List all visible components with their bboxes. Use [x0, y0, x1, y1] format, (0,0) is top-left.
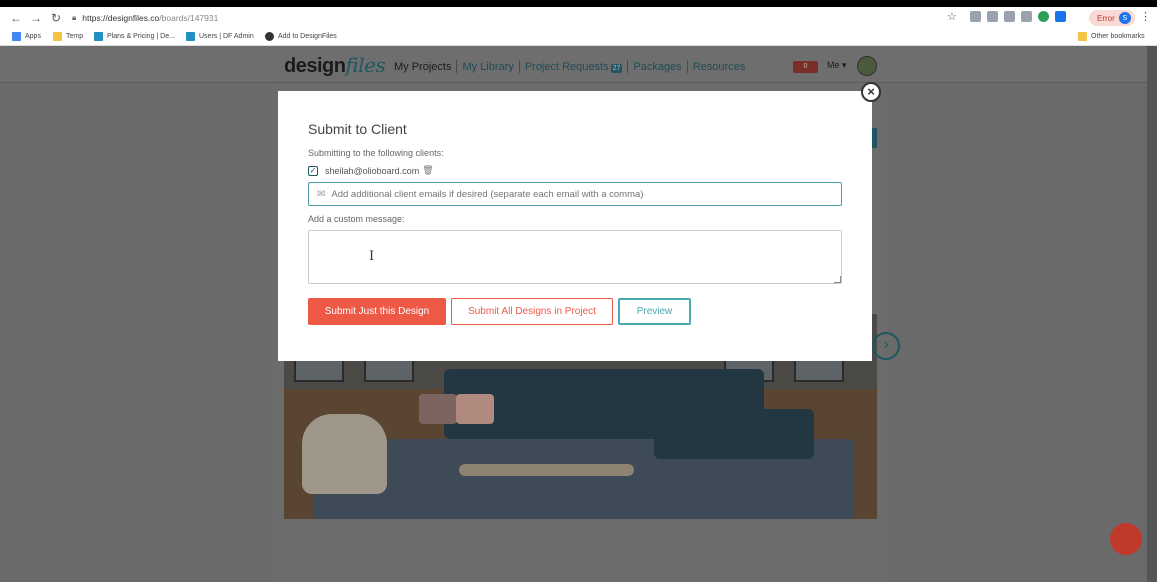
folder-icon [53, 32, 62, 41]
chat-widget-button[interactable] [1110, 523, 1142, 555]
bookmark-plans[interactable]: Plans & Pricing | De... [94, 32, 175, 41]
text-cursor-icon: I [369, 249, 375, 264]
avatar[interactable] [857, 56, 877, 76]
browser-toolbar: ← → ↻ 🔒︎ https://designfiles.co/boards/1… [0, 7, 1157, 29]
bookmark-apps[interactable]: Apps [12, 32, 41, 41]
room-pillow [456, 394, 494, 424]
extension-icon[interactable] [1021, 11, 1032, 22]
site-icon [94, 32, 103, 41]
nav-resources[interactable]: Resources [688, 61, 751, 73]
close-icon[interactable]: × [861, 82, 881, 102]
extension-icon[interactable] [1038, 11, 1049, 22]
nav-project-requests-label: Project Requests [524, 60, 609, 73]
extension-icon[interactable] [970, 11, 981, 22]
menu-icon[interactable]: ⋮ [1140, 10, 1151, 23]
client-email: sheilah@olioboard.com [325, 165, 420, 176]
bookmark-label: Apps [25, 33, 41, 40]
url-domain: https://designfiles.co [82, 13, 160, 23]
profile-avatar: S [1118, 12, 1131, 24]
extension-icon[interactable] [1055, 11, 1066, 22]
bookmark-users[interactable]: Users | DF Admin [186, 32, 254, 41]
extension-icon[interactable] [1004, 11, 1015, 22]
requests-count-badge: 27 [610, 63, 623, 73]
main-nav: My Projects My Library Project Requests 2… [394, 60, 750, 73]
submit-all-designs-button[interactable]: Submit All Designs in Project [451, 298, 613, 325]
bookmark-other[interactable]: Other bookmarks [1078, 32, 1145, 41]
reload-icon[interactable]: ↻ [46, 11, 66, 25]
error-label: Error [1097, 13, 1115, 23]
nav-packages[interactable]: Packages [628, 61, 686, 73]
nav-my-projects[interactable]: My Projects [394, 61, 456, 73]
star-icon[interactable]: ☆ [947, 10, 957, 23]
globe-icon [265, 32, 274, 41]
next-arrow-icon[interactable]: › [872, 332, 900, 360]
client-row: ✓ sheilah@olioboard.com 🗑︎ [308, 165, 434, 176]
forward-icon[interactable]: → [26, 11, 46, 25]
notifications-count: 0 [803, 63, 808, 70]
custom-message-textarea[interactable] [308, 230, 842, 284]
logo-text: design [284, 55, 346, 77]
site-icon [186, 32, 195, 41]
submit-to-client-modal: Submit to Client Submitting to the follo… [278, 91, 872, 361]
tab-strip [0, 0, 1157, 7]
resize-handle[interactable] [834, 276, 841, 283]
bookmarks-bar: Apps Temp Plans & Pricing | De... Users … [0, 29, 1157, 46]
room-coffee-table [459, 464, 634, 476]
room-chair [302, 414, 387, 494]
message-label: Add a custom message: [308, 214, 405, 224]
bookmark-label: Temp [66, 33, 84, 40]
profile-error-button[interactable]: Error S [1089, 10, 1135, 26]
bookmark-label: Users | DF Admin [199, 33, 254, 40]
nav-project-requests[interactable]: Project Requests 27 [520, 61, 628, 73]
bookmark-label: Other bookmarks [1091, 33, 1145, 40]
extension-icon[interactable] [987, 11, 998, 22]
bookmark-add-to-designfiles[interactable]: Add to DesignFiles [265, 32, 337, 41]
address-bar[interactable]: 🔒︎ https://designfiles.co/boards/147931 [72, 10, 692, 26]
additional-emails-field[interactable]: ✉︎ [308, 182, 842, 206]
lock-icon: 🔒︎ [72, 13, 77, 22]
additional-emails-input[interactable] [331, 188, 822, 200]
site-header: designfiles My Projects My Library Proje… [0, 46, 1147, 83]
extension-icons [970, 11, 1066, 22]
folder-icon [1078, 32, 1087, 41]
trash-icon[interactable]: 🗑︎ [422, 165, 433, 176]
room-sofa-chaise [654, 409, 814, 459]
page-scrollbar[interactable] [1147, 46, 1157, 582]
url-path: /boards/147931 [159, 13, 219, 23]
modal-subtitle: Submitting to the following clients: [308, 148, 444, 158]
nav-my-library[interactable]: My Library [457, 61, 518, 73]
preview-button[interactable]: Preview [618, 298, 691, 325]
bookmark-label: Plans & Pricing | De... [107, 33, 175, 40]
checkbox-icon[interactable]: ✓ [308, 165, 318, 176]
bookmark-temp[interactable]: Temp [53, 32, 83, 41]
modal-title: Submit to Client [308, 121, 407, 137]
apps-icon [12, 32, 21, 41]
room-pillow [419, 394, 457, 424]
notifications-badge[interactable]: 0 [793, 61, 818, 73]
bookmark-label: Add to DesignFiles [278, 33, 337, 40]
back-icon[interactable]: ← [6, 11, 26, 25]
user-menu[interactable]: Me ▾ [827, 60, 847, 71]
logo-italic-text: files [345, 53, 386, 77]
submit-just-this-design-button[interactable]: Submit Just this Design [308, 298, 446, 325]
envelope-icon: ✉︎ [317, 188, 326, 200]
site-logo[interactable]: designfiles [284, 53, 386, 78]
